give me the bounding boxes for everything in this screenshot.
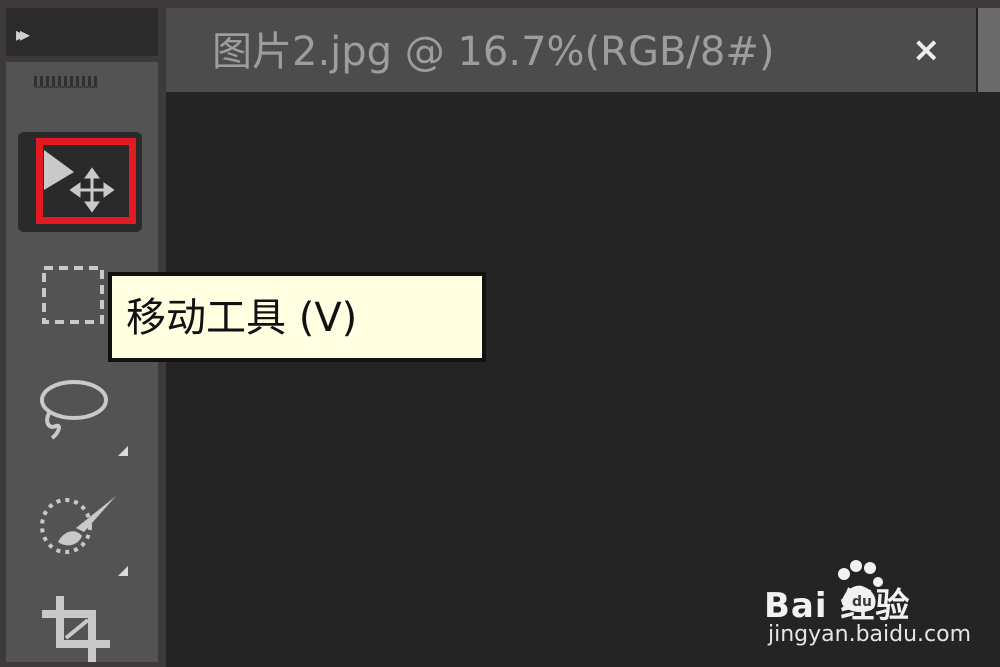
- baidu-jingyan-watermark: Bai 经验 du jingyan.baidu.com: [764, 560, 984, 660]
- close-document-button[interactable]: ×: [912, 30, 941, 70]
- tool-tooltip: 移动工具 (V): [108, 272, 486, 362]
- quick-selection-tool-button[interactable]: [18, 486, 142, 586]
- paw-logo-icon: du: [838, 560, 883, 613]
- submenu-indicator-icon: [118, 446, 128, 456]
- lasso-tool-button[interactable]: [18, 368, 142, 468]
- panel-grip-handle[interactable]: [34, 76, 98, 88]
- document-title: 图片2.jpg @ 16.7%(RGB/8#): [212, 29, 775, 75]
- crop-tool-button[interactable]: [18, 592, 142, 667]
- tools-panel: [6, 62, 158, 662]
- submenu-indicator-icon: [118, 566, 128, 576]
- move-tool-button[interactable]: [18, 132, 142, 232]
- tools-panel-header: ▸▸: [6, 8, 158, 56]
- tool-highlight-annotation: [36, 138, 136, 224]
- tab-scrollbar[interactable]: [978, 8, 1000, 92]
- document-tab[interactable]: 图片2.jpg @ 16.7%(RGB/8#) ×: [166, 8, 976, 92]
- tooltip-text: 移动工具 (V): [126, 295, 358, 341]
- photoshop-window: ▸▸ 图片2.jpg @ 16.7%(RGB/8#) × 移动工具 (V) Ba…: [0, 0, 1000, 667]
- watermark-url: jingyan.baidu.com: [768, 622, 972, 647]
- collapse-panel-icon[interactable]: ▸▸: [16, 24, 30, 44]
- crop-icon: [42, 596, 110, 662]
- svg-text:du: du: [852, 594, 872, 610]
